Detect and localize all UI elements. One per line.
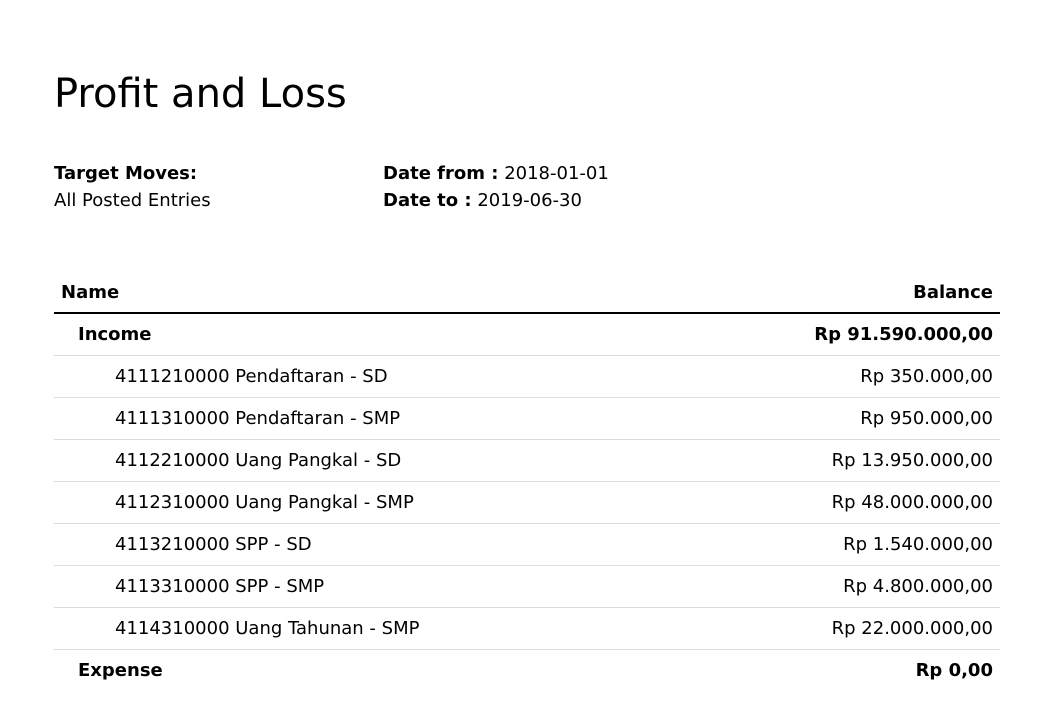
target-moves-block: Target Moves: All Posted Entries [54,160,211,214]
row-balance: Rp 350.000,00 [677,355,1000,398]
page-title: Profit and Loss [54,71,347,117]
date-to-value: 2019-06-30 [471,190,582,211]
row-name: 4112210000 Uang Pangkal - SD [54,439,678,482]
report-page: Profit and Loss Target Moves: All Posted… [0,0,1056,726]
table-row: 4112310000 Uang Pangkal - SMP Rp 48.000.… [54,481,1000,524]
date-range-block: Date from : 2018-01-01 Date to : 2019-06… [383,160,609,214]
date-from-label: Date from : [383,163,499,184]
row-balance: Rp 48.000.000,00 [677,481,1000,524]
table-row: 4111210000 Pendaftaran - SD Rp 350.000,0… [54,355,1000,398]
target-moves-label: Target Moves: [54,163,198,184]
date-to-label: Date to : [383,190,472,211]
row-name: Expense [78,660,163,681]
row-name: 4113210000 SPP - SD [54,523,678,566]
row-balance: Rp 950.000,00 [677,397,1000,440]
table-header-row: Name Balance [54,272,1000,314]
table-row: 4113310000 SPP - SMP Rp 4.800.000,00 [54,565,1000,608]
table-row: 4111310000 Pendaftaran - SMP Rp 950.000,… [54,397,1000,440]
row-name: 4113310000 SPP - SMP [54,565,678,608]
row-name: Income [54,313,678,356]
table-row: 4112210000 Uang Pangkal - SD Rp 13.950.0… [54,439,1000,482]
profit-loss-table: Name Balance Income Rp 91.590.000,00 411… [54,272,1000,691]
table-row: 4113210000 SPP - SD Rp 1.540.000,00 [54,523,1000,566]
group-row-income: Income Rp 91.590.000,00 [54,313,1000,356]
date-from-value: 2018-01-01 [498,163,609,184]
column-header-name: Name [54,272,678,314]
row-balance: Rp 22.000.000,00 [677,607,1000,650]
row-balance: Rp 4.800.000,00 [677,565,1000,608]
date-to-line: Date to : 2019-06-30 [383,187,609,214]
row-balance: Rp 13.950.000,00 [677,439,1000,482]
row-balance: Rp 1.540.000,00 [677,523,1000,566]
row-name: 4114310000 Uang Tahunan - SMP [54,607,678,650]
row-name: 4111210000 Pendaftaran - SD [54,355,678,398]
row-balance: Rp 0,00 [915,660,993,681]
target-moves-value: All Posted Entries [54,190,211,211]
row-balance: Rp 91.590.000,00 [677,313,1000,356]
column-header-balance: Balance [677,272,1000,314]
row-name: 4112310000 Uang Pangkal - SMP [54,481,678,524]
date-from-line: Date from : 2018-01-01 [383,160,609,187]
row-name: 4111310000 Pendaftaran - SMP [54,397,678,440]
group-row-expense: Expense Rp 0,00 [54,650,1000,692]
table-row: 4114310000 Uang Tahunan - SMP Rp 22.000.… [54,607,1000,650]
